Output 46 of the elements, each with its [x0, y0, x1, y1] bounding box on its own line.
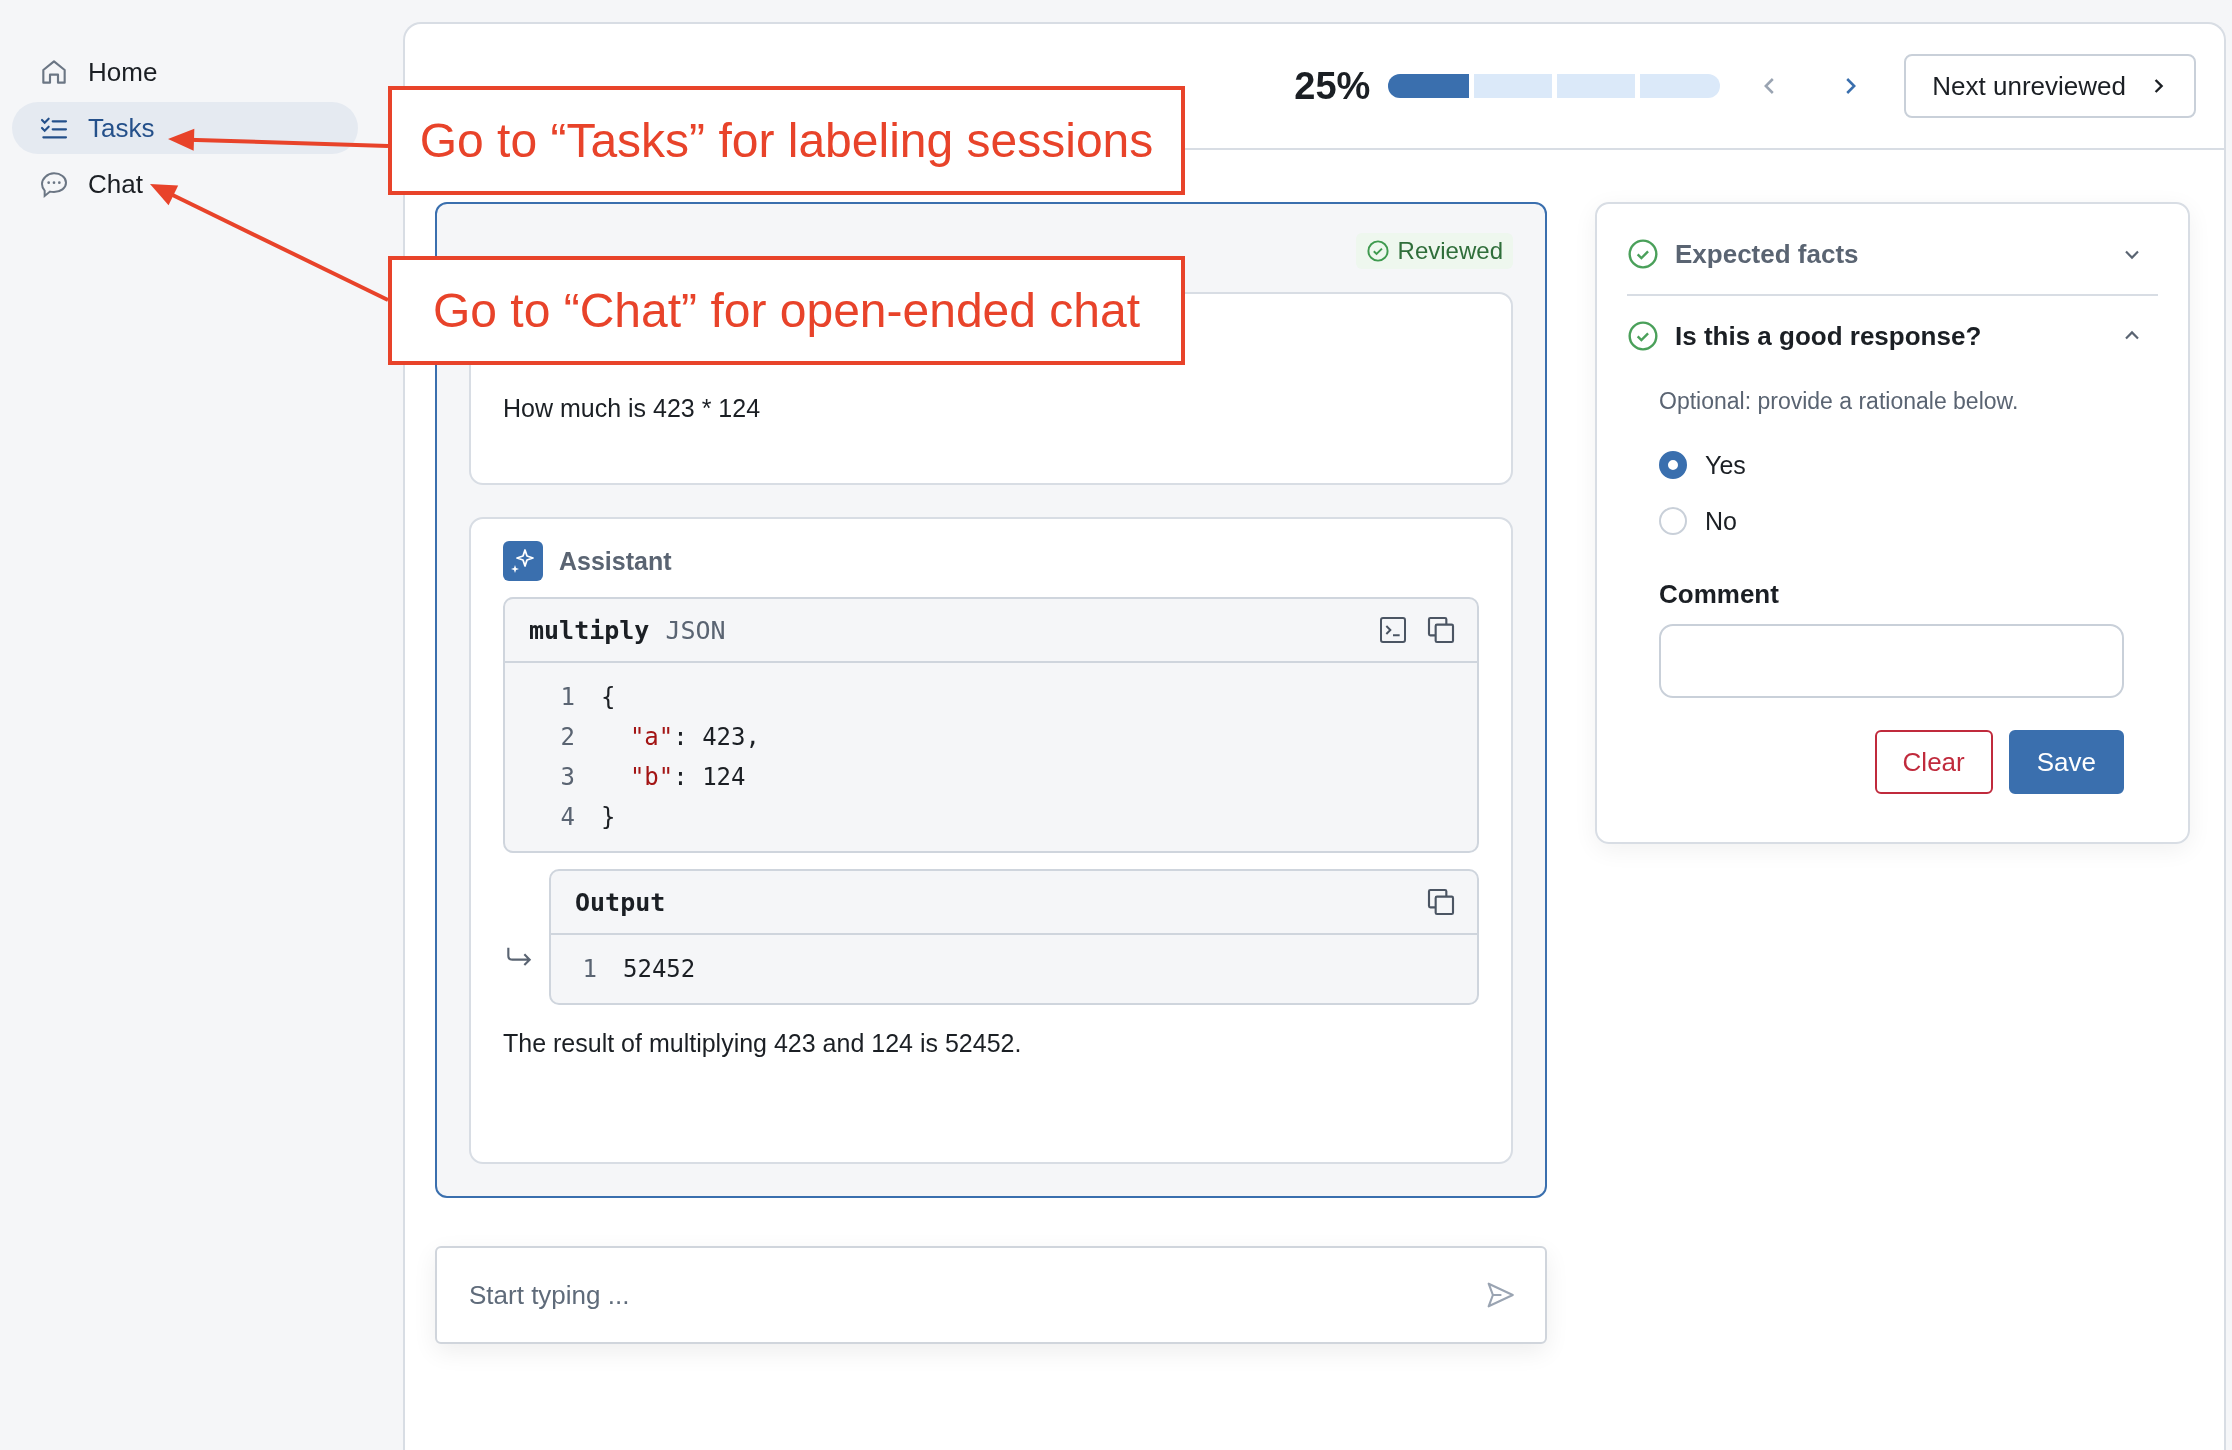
check-circle-icon	[1365, 239, 1390, 263]
section-header[interactable]: Expected facts	[1627, 222, 2158, 286]
clear-button[interactable]: Clear	[1874, 730, 1993, 794]
comment-field[interactable]	[1659, 624, 2124, 698]
save-button[interactable]: Save	[2008, 730, 2124, 794]
section-title: Expected facts	[1675, 238, 1860, 270]
callout-box: Go to “Chat” for open-ended chat	[388, 256, 1185, 365]
option-label: Yes	[1705, 450, 1746, 480]
comment-label: Comment	[1659, 579, 1780, 610]
section-header[interactable]: Is this a good response?	[1627, 304, 2158, 368]
callout-box: Go to “Tasks” for labeling sessions	[388, 86, 1185, 195]
check-circle-icon	[1627, 238, 1659, 270]
radio-option[interactable]: Yes	[1659, 437, 1746, 493]
line-number: 1	[559, 683, 575, 711]
message-text: The result of multiplying 423 and 124 is 52452.	[503, 1029, 1023, 1058]
copy-icon[interactable]	[1425, 886, 1457, 918]
line-number: 1	[581, 955, 597, 983]
sidebar-item[interactable]: Home	[12, 46, 358, 98]
sparkle-icon	[503, 541, 543, 581]
hint-text: Optional: provide a rationale below.	[1659, 388, 2020, 415]
output-title: Output	[575, 887, 666, 917]
message-input[interactable]: Start typing ...	[435, 1246, 1547, 1344]
radio-option[interactable]: No	[1659, 493, 1737, 549]
line-number: 4	[559, 803, 575, 831]
option-label: No	[1705, 506, 1737, 536]
next-unreviewed-button[interactable]: Next unreviewed	[1904, 54, 2196, 118]
format-label: JSON	[665, 615, 726, 645]
line-number: 2	[559, 723, 575, 751]
radio-button[interactable]	[1659, 451, 1687, 479]
message-text: How much is 423 * 124	[503, 394, 762, 423]
status-label: Reviewed	[1397, 237, 1503, 265]
code-line: 52452	[623, 955, 696, 983]
progress-percent: 25%	[1294, 64, 1371, 108]
function-name: multiply	[529, 615, 650, 645]
code-line: }	[601, 803, 616, 831]
terminal-icon[interactable]	[1377, 614, 1409, 646]
copy-icon[interactable]	[1425, 614, 1457, 646]
sidebar-item[interactable]: Tasks	[12, 102, 358, 154]
code-line: "a": 423,	[628, 723, 760, 751]
check-circle-icon	[1627, 320, 1659, 352]
line-number: 3	[559, 763, 575, 791]
code-line: {	[601, 683, 616, 711]
code-line: "b": 124	[628, 763, 746, 791]
role-label: Assistant	[559, 546, 672, 576]
section-title: Is this a good response?	[1675, 320, 1983, 352]
sidebar-item[interactable]: Chat	[12, 158, 358, 210]
